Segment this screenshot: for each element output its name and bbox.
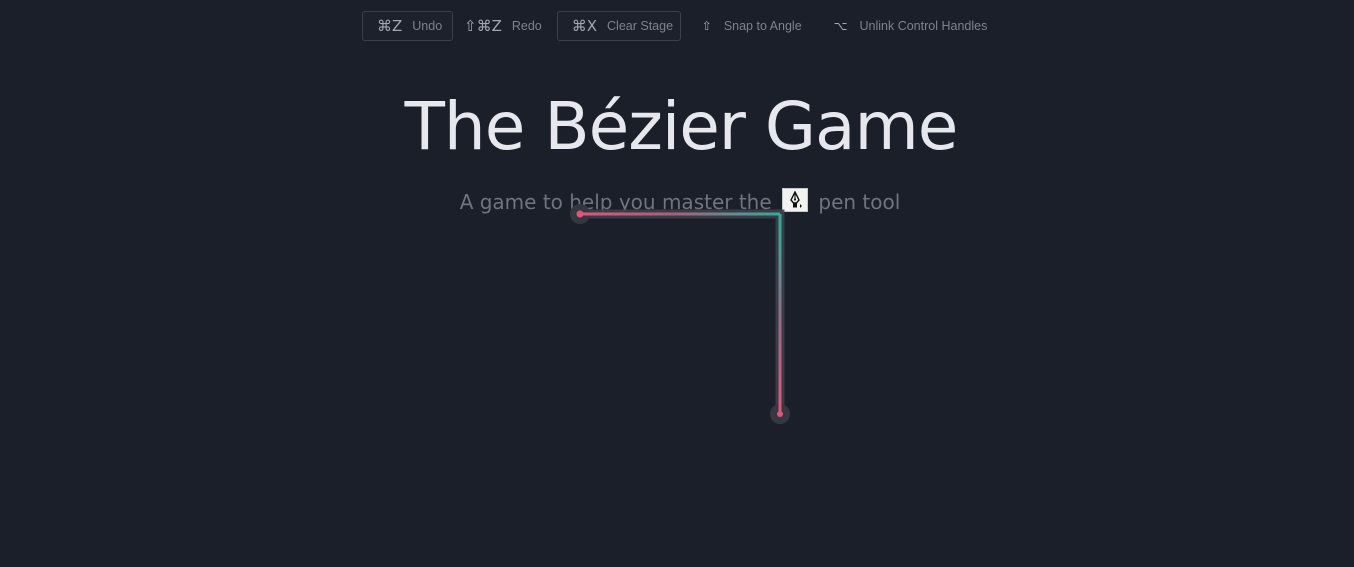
anchor-point-start[interactable] (576, 210, 584, 218)
target-guide-path (580, 209, 785, 414)
game-stage[interactable]: ⌘Z Undo ⇧⌘Z Redo ⌘X Clear Stage ⇧ Snap t… (0, 0, 1354, 567)
anchor-point-end[interactable] (777, 411, 783, 417)
bezier-path-canvas[interactable] (0, 0, 1354, 567)
